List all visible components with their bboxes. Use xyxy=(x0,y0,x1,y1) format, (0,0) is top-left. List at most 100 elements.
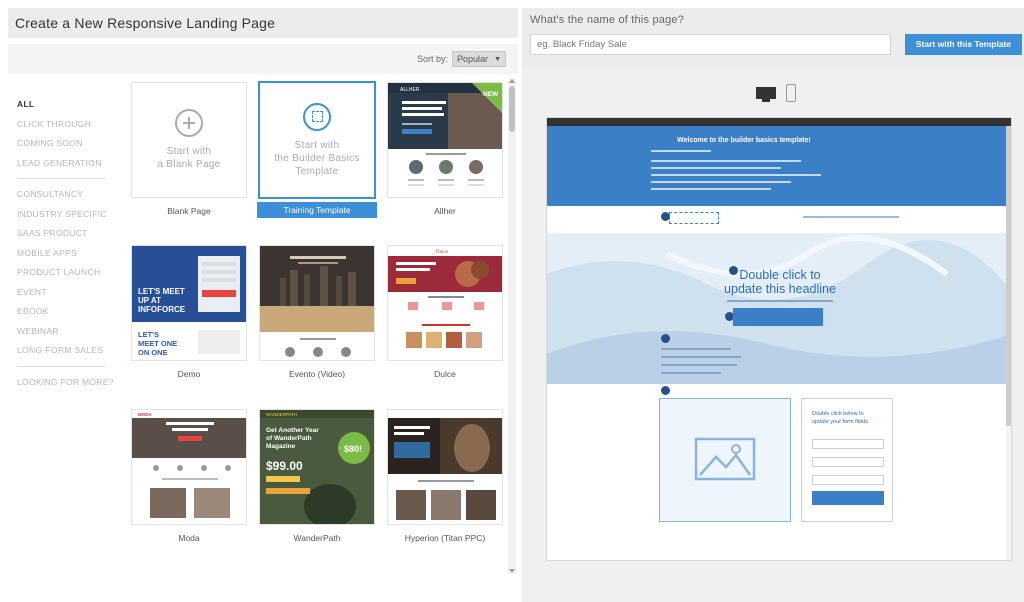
image-placeholder-icon xyxy=(694,437,756,481)
category-event[interactable]: EVENT xyxy=(17,286,117,306)
category-saas-product[interactable]: SAAS PRODUCT xyxy=(17,227,117,247)
template-gallery-panel: Create a New Responsive Landing Page Sor… xyxy=(8,8,518,574)
category-coming-soon[interactable]: COMING SOON xyxy=(17,137,117,157)
svg-text:LET'S MEET: LET'S MEET xyxy=(138,287,185,296)
preview-headline-line-1: Double click to xyxy=(739,268,821,282)
template-name: Evento (Video) xyxy=(288,369,346,379)
category-lead-generation[interactable]: LEAD GENERATION xyxy=(17,157,117,177)
preview-headline-line-2: update this headline xyxy=(724,282,836,296)
page-name-header: What's the name of this page? Start with… xyxy=(522,8,1024,68)
template-name: Dulce xyxy=(434,369,456,379)
category-divider xyxy=(17,178,105,179)
preview-hero: Welcome to the builder basics template! xyxy=(547,126,1011,206)
template-thumbnail[interactable]: MODA xyxy=(131,409,247,525)
preview-form-title-1: Double click below to xyxy=(812,411,864,417)
dulce-logo-text: Dulce xyxy=(436,250,449,255)
demo-preview-image: LET'S MEET UP AT INFOFORCE LET'S MEET ON… xyxy=(132,246,246,360)
template-name: WanderPath xyxy=(293,533,341,543)
start-with-template-button[interactable]: Start with this Template xyxy=(905,34,1022,55)
template-thumbnail[interactable]: Start with the Builder Basics Template xyxy=(258,81,376,199)
category-webinar[interactable]: WEBINAR xyxy=(17,325,117,345)
allher-logo-text: ALLHER xyxy=(400,87,420,93)
preview-scrollbar[interactable] xyxy=(1006,126,1011,560)
svg-text:UP AT: UP AT xyxy=(138,296,161,305)
svg-text:LET'S: LET'S xyxy=(138,330,159,339)
preview-cta-button xyxy=(733,308,823,326)
wanderpath-preview-image: WANDERPATH Get Another Year of WanderPat… xyxy=(260,410,374,524)
device-toggle xyxy=(756,84,796,102)
svg-text:ON ONE: ON ONE xyxy=(138,348,168,357)
preview-panel: What's the name of this page? Start with… xyxy=(522,8,1024,602)
preview-form: Double click below to update your form f… xyxy=(801,398,893,522)
template-thumbnail[interactable]: WANDERPATH Get Another Year of WanderPat… xyxy=(259,409,375,525)
chevron-down-icon: ▼ xyxy=(494,55,501,63)
template-thumbnail[interactable] xyxy=(387,409,503,525)
preview-logo-strip xyxy=(547,206,1011,234)
category-mobile-apps[interactable]: MOBILE APPS xyxy=(17,247,117,267)
category-ebook[interactable]: EBOOK xyxy=(17,305,117,325)
blank-card-line-1: Start with xyxy=(166,146,212,157)
template-thumbnail[interactable] xyxy=(259,245,375,361)
template-preview: Welcome to the builder basics template! xyxy=(546,117,1012,561)
template-icon xyxy=(303,102,331,131)
plus-icon xyxy=(175,109,203,137)
preview-hero-title: Welcome to the builder basics template! xyxy=(677,137,811,144)
template-name: Hyperion (Titan PPC) xyxy=(404,533,486,543)
svg-text:Magazine: Magazine xyxy=(266,443,296,450)
preview-image-placeholder xyxy=(659,398,791,522)
category-looking-for-more[interactable]: LOOKING FOR MORE? xyxy=(17,376,117,396)
preview-area: Welcome to the builder basics template! xyxy=(522,68,1024,602)
preview-form-section: Double click below to update your form f… xyxy=(547,384,1011,560)
wanderpath-discount: $80! xyxy=(344,444,362,454)
wanderpath-price: $99.00 xyxy=(266,459,303,473)
category-product-launch[interactable]: PRODUCT LAUNCH xyxy=(17,266,117,286)
template-name: Demo xyxy=(177,369,201,379)
page-name-question: What's the name of this page? xyxy=(530,14,685,26)
page-name-input[interactable] xyxy=(530,34,891,55)
preview-form-title-2: update your form fields. xyxy=(812,419,870,425)
category-all[interactable]: ALL xyxy=(17,98,117,118)
builder-card-line-3: Template xyxy=(295,165,339,177)
template-thumbnail[interactable]: Start with a Blank Page xyxy=(131,82,247,198)
template-name: Allher xyxy=(434,206,456,216)
wanderpath-logo-text: WANDERPATH xyxy=(266,412,297,417)
allher-preview-image: ALLHER NEW xyxy=(388,83,502,197)
mobile-icon[interactable] xyxy=(786,84,796,102)
svg-text:of WanderPath: of WanderPath xyxy=(266,435,312,442)
category-industry-specific[interactable]: INDUSTRY SPECIFIC xyxy=(17,208,117,228)
preview-top-bar xyxy=(547,118,1011,126)
dulce-preview-image: Dulce xyxy=(388,246,502,360)
scroll-down-icon[interactable] xyxy=(509,569,515,573)
blank-card-line-2: a Blank Page xyxy=(157,159,221,170)
sort-value: Popular xyxy=(457,54,489,64)
scrollbar-thumb[interactable] xyxy=(509,86,515,132)
hyperion-preview-image xyxy=(388,410,502,524)
evento-preview-image xyxy=(260,246,374,360)
template-thumbnail[interactable]: Dulce xyxy=(387,245,503,361)
svg-text:Get Another Year: Get Another Year xyxy=(266,427,319,434)
new-badge: NEW xyxy=(483,91,499,98)
sort-select[interactable]: Popular ▼ xyxy=(452,51,506,67)
gallery-scrollbar[interactable] xyxy=(508,78,516,574)
template-name: Moda xyxy=(178,533,200,543)
selected-template-name: Training Template xyxy=(257,202,377,218)
category-list: ALL CLICK THROUGH COMING SOON LEAD GENER… xyxy=(17,98,117,395)
moda-preview-image: MODA xyxy=(132,410,246,524)
scroll-up-icon[interactable] xyxy=(509,79,515,83)
category-consultancy[interactable]: CONSULTANCY xyxy=(17,188,117,208)
builder-card-line-2: the Builder Basics xyxy=(274,152,360,164)
template-thumbnail[interactable]: LET'S MEET UP AT INFOFORCE LET'S MEET ON… xyxy=(131,245,247,361)
sort-bar: Sort by: Popular ▼ xyxy=(8,44,518,74)
app-window: Create a New Responsive Landing Page Sor… xyxy=(0,0,1024,602)
desktop-icon[interactable] xyxy=(756,87,776,102)
svg-text:INFOFORCE: INFOFORCE xyxy=(138,305,186,314)
moda-logo-text: MODA xyxy=(138,412,152,417)
category-click-through[interactable]: CLICK THROUGH xyxy=(17,118,117,138)
sort-label: Sort by: xyxy=(417,54,449,64)
builder-card-line-1: Start with xyxy=(294,139,340,151)
template-thumbnail[interactable]: ALLHER NEW xyxy=(387,82,503,198)
gallery-header: Create a New Responsive Landing Page xyxy=(8,8,518,38)
category-long-form-sales[interactable]: LONG-FORM SALES xyxy=(17,344,117,364)
template-name: Blank Page xyxy=(167,206,211,216)
page-title: Create a New Responsive Landing Page xyxy=(15,15,276,31)
